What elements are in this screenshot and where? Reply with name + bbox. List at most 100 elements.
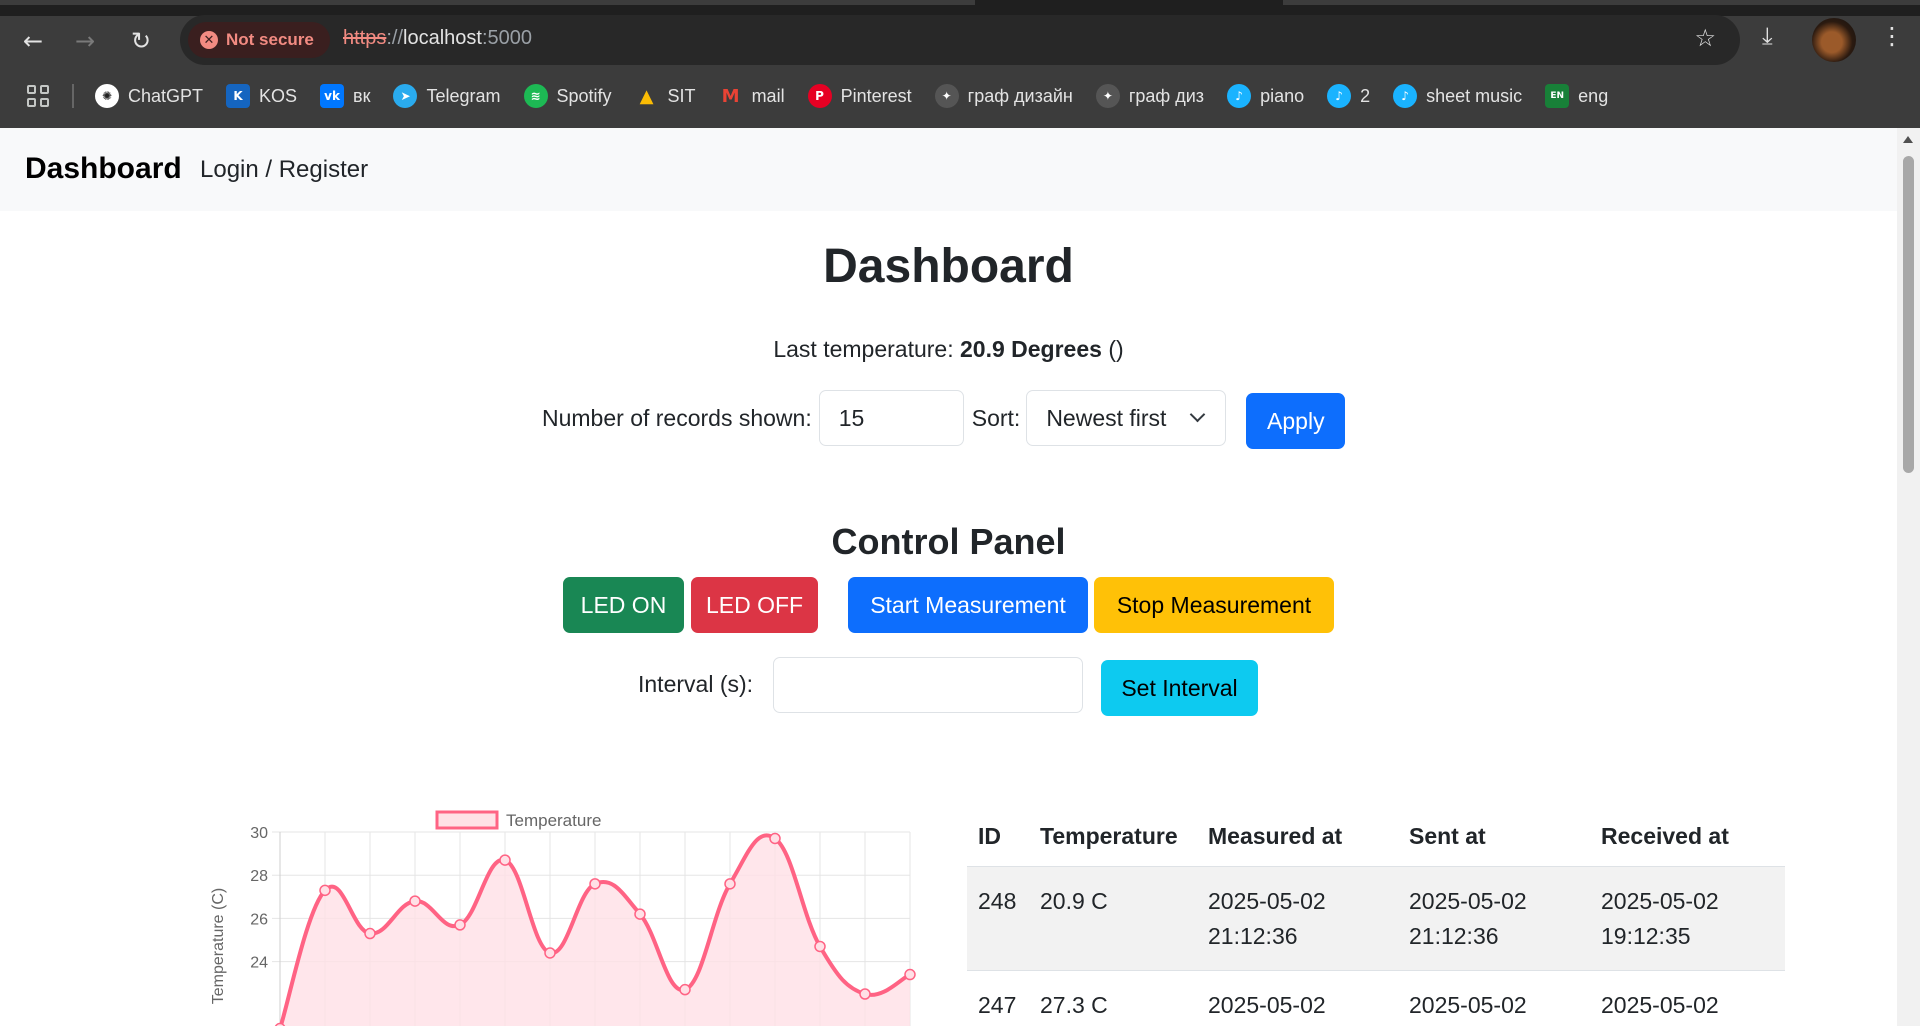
menu-kebab-icon[interactable]: ⋮ (1880, 22, 1904, 50)
bookmark-2[interactable]: ♪ 2 (1327, 84, 1370, 108)
scrollbar-thumb[interactable] (1903, 156, 1914, 473)
cell-sent-at: 2025-05-02 21:12:36 (1398, 866, 1590, 971)
page-content: Dashboard Login / Register Dashboard Las… (0, 128, 1897, 1026)
cell-sent-at: 2025-05-02 (1398, 970, 1590, 1026)
table-row: 248 20.9 C 2025-05-02 21:12:36 2025-05-02… (967, 866, 1785, 971)
bookmark-label: sheet music (1426, 85, 1523, 106)
led-on-button[interactable]: LED ON (563, 577, 684, 633)
address-bar[interactable]: ✕ Not secure https://localhost:5000 ☆ (180, 15, 1740, 65)
chart-data-point (364, 927, 376, 940)
chart-data-point (724, 878, 736, 890)
bookmark-label: граф дизайн (967, 85, 1073, 106)
chart-legend-label: Temperature (506, 811, 601, 830)
bookmark-label: вк (353, 85, 371, 106)
cell-measured-at: 2025-05-02 (1197, 970, 1398, 1026)
bookmark-вк[interactable]: vk вк (320, 84, 370, 108)
led-off-button[interactable]: LED OFF (691, 577, 818, 633)
stop-measurement-button[interactable]: Stop Measurement (1094, 577, 1334, 633)
cell-temperature: 27.3 C (1029, 970, 1197, 1026)
chart-data-point (454, 919, 466, 931)
records-count-input[interactable]: 15 (818, 390, 964, 446)
cell-temperature: 20.9 C (1029, 866, 1197, 971)
not-secure-icon: ✕ (200, 31, 218, 49)
profile-avatar[interactable] (1812, 18, 1856, 62)
tab[interactable] (0, 0, 975, 5)
chart-legend-swatch (435, 810, 499, 830)
interval-label: Interval (s): (638, 671, 754, 697)
start-measurement-button[interactable]: Start Measurement (848, 577, 1088, 633)
chart-data-point (409, 895, 421, 907)
bookmark-mail[interactable]: Mmail (719, 84, 785, 108)
cell-received-at: 2025-05-02 (1590, 970, 1785, 1026)
temperature-chart: 24 26 28 30 Temperature (C) Temperature (205, 806, 920, 1026)
col-header-received-at: Received at (1590, 808, 1785, 867)
back-icon[interactable]: ← (14, 22, 52, 60)
col-header-temperature: Temperature (1029, 808, 1197, 867)
reload-icon[interactable]: ↻ (122, 22, 160, 60)
apps-grid-icon[interactable] (27, 85, 49, 107)
bookmark-label: piano (1260, 85, 1305, 106)
musescore-icon: ♪ (1227, 84, 1252, 108)
bookmark-star-icon[interactable]: ☆ (1694, 24, 1716, 52)
cell-id: 247 (967, 970, 1029, 1026)
cell-time: 21:12:36 (1208, 922, 1298, 949)
bookmark-telegram[interactable]: ➤ Telegram (393, 84, 501, 108)
chart-data-point (904, 968, 916, 981)
interval-input[interactable] (773, 657, 1083, 713)
login-register-link[interactable]: Login / Register (200, 156, 368, 184)
chart-data-point (814, 940, 826, 953)
chart-data-point (679, 983, 691, 996)
cell-id: 248 (967, 866, 1029, 971)
sort-label: Sort: (971, 404, 1021, 431)
url-port: :5000 (481, 27, 533, 49)
bookmark-piano[interactable]: ♪ piano (1227, 84, 1304, 108)
navbar-brand[interactable]: Dashboard (25, 152, 182, 186)
cell-measured-at: 2025-05-02 21:12:36 (1197, 866, 1398, 971)
apply-button[interactable]: Apply (1246, 393, 1346, 449)
chevron-down-icon (1190, 406, 1206, 423)
cell-received-at: 2025-05-02 19:12:35 (1590, 866, 1785, 971)
cell-date: 2025-05-02 (1601, 991, 1719, 1018)
bookmark-label: eng (1578, 85, 1609, 106)
cell-date: 2025-05-02 (1208, 887, 1326, 914)
forward-icon[interactable]: → (66, 22, 104, 60)
scroll-up-arrow-icon[interactable] (1903, 136, 1913, 143)
url-scheme: https (343, 27, 387, 49)
download-icon[interactable]: ⤓ (1762, 22, 1773, 50)
url-text[interactable]: https://localhost:5000 (343, 27, 532, 50)
chart-data-point (589, 878, 601, 890)
spotify-icon: ≋ (523, 84, 548, 108)
telegram-icon: ➤ (393, 84, 418, 108)
bookmark-label: 2 (1360, 85, 1371, 106)
bookmark-label: граф диз (1128, 85, 1205, 106)
chart-data-point (319, 884, 331, 897)
bookmark-pinterest[interactable]: P Pinterest (807, 84, 912, 108)
last-temp-suffix: () (1108, 336, 1124, 362)
bookmark-граф-диз[interactable]: ✦ граф диз (1095, 84, 1205, 108)
col-header-sent-at: Sent at (1398, 808, 1590, 867)
bookmarks-separator (72, 84, 74, 108)
vertical-scrollbar[interactable] (1897, 128, 1920, 1026)
security-chip[interactable]: ✕ Not secure (188, 22, 330, 58)
last-temp-label: Last temperature: (773, 336, 954, 362)
bookmark-kos[interactable]: K KOS (226, 84, 297, 108)
bookmark-sheet-music[interactable]: ♪ sheet music (1393, 84, 1522, 108)
design-icon: ✦ (1095, 84, 1120, 108)
bookmark-list: ✺ ChatGPT K KOS vk вк ➤ Telegram ≋ Spotify ▲ SIT Mma… (95, 76, 1608, 116)
tab[interactable] (1283, 0, 1920, 5)
col-header-measured-at: Measured at (1197, 808, 1398, 867)
col-header-id: ID (967, 808, 1029, 867)
control-panel-title: Control Panel (831, 521, 1066, 562)
sort-select[interactable]: Newest first (1026, 390, 1227, 446)
bookmark-spotify[interactable]: ≋ Spotify (523, 84, 612, 108)
chart-y-tick-label: 30 (250, 825, 268, 842)
bookmark-chatgpt[interactable]: ✺ ChatGPT (95, 84, 203, 108)
bookmark-граф-дизайн[interactable]: ✦ граф дизайн (934, 84, 1073, 108)
chart-data-point (544, 947, 556, 959)
bookmark-sit[interactable]: ▲ SIT (635, 84, 696, 108)
cell-date: 2025-05-02 (1208, 991, 1326, 1018)
bookmark-eng[interactable]: EN eng (1545, 84, 1608, 108)
set-interval-button[interactable]: Set Interval (1101, 660, 1258, 716)
chart-y-axis-label: Temperature (C) (210, 888, 227, 1004)
top-navbar: Dashboard Login / Register (0, 128, 1897, 211)
